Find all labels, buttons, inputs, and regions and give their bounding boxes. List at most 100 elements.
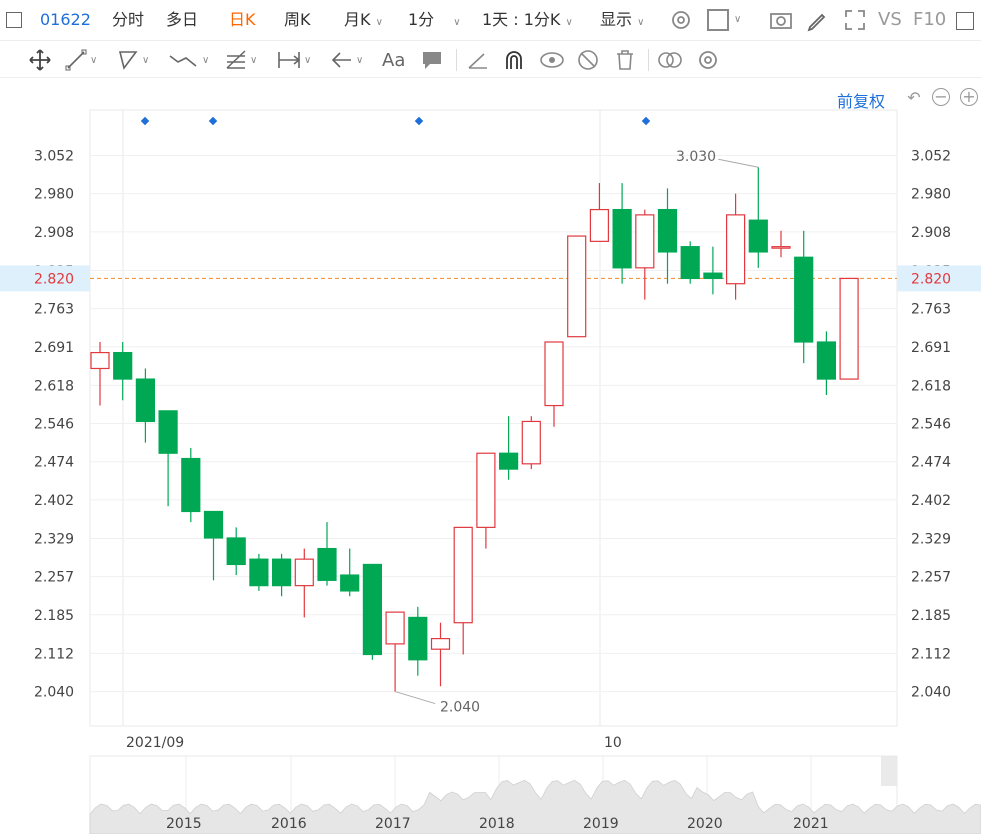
comment-icon[interactable] bbox=[420, 48, 444, 72]
tab-rik[interactable]: 日K bbox=[229, 8, 256, 32]
adjust-mode-button[interactable]: 前复权 bbox=[837, 88, 885, 112]
link-icon[interactable] bbox=[656, 48, 684, 72]
chevron-down-icon: ∨ bbox=[356, 54, 364, 66]
navigator-handle bbox=[881, 756, 897, 786]
chevron-down-icon: ∨ bbox=[734, 14, 742, 25]
line-tool[interactable]: ∨ bbox=[64, 48, 97, 72]
sidebar-toggle-icon[interactable] bbox=[6, 12, 22, 28]
move-icon[interactable] bbox=[28, 48, 52, 72]
candle-body bbox=[476, 452, 496, 528]
display-select[interactable]: 显示 ∨ bbox=[600, 8, 644, 32]
ruler-icon[interactable] bbox=[466, 48, 490, 72]
display-select-label: 显示 bbox=[600, 10, 633, 29]
y-tick-label-left: 2.835 bbox=[34, 263, 74, 279]
candle-body bbox=[589, 208, 610, 242]
chevron-down-icon: ∨ bbox=[565, 17, 573, 28]
y-tick-label-left: 2.546 bbox=[34, 417, 74, 433]
f10-button[interactable]: F10 bbox=[913, 8, 946, 32]
candle-body bbox=[521, 420, 541, 465]
y-tick-label-right: 2.474 bbox=[911, 455, 951, 471]
price-highlight-right bbox=[897, 265, 981, 292]
pencil-icon[interactable] bbox=[806, 9, 828, 33]
navigator-year-label: 2020 bbox=[687, 816, 723, 832]
event-marker-icon bbox=[208, 116, 218, 126]
high-annotation: 3.030 bbox=[676, 149, 716, 165]
chevron-down-icon: ∨ bbox=[375, 17, 383, 28]
tab-yuek-label: 月K bbox=[344, 10, 371, 29]
settings-icon[interactable] bbox=[670, 9, 692, 33]
y-tick-label-left: 3.052 bbox=[34, 149, 74, 165]
y-tick-label-right: 3.052 bbox=[911, 149, 951, 165]
candle-body bbox=[203, 510, 224, 539]
chevron-down-icon: ∨ bbox=[453, 17, 461, 28]
hide-icon[interactable] bbox=[576, 48, 600, 72]
navigator-year-label: 2018 bbox=[479, 816, 515, 832]
candle-body bbox=[317, 547, 337, 581]
trash-icon[interactable] bbox=[613, 48, 637, 72]
candle-body bbox=[135, 378, 155, 423]
navigator-year-label: 2021 bbox=[793, 816, 829, 832]
measure-tool[interactable]: ∨ bbox=[276, 48, 311, 72]
x-tick-label: 10 bbox=[604, 735, 622, 751]
candle-body bbox=[90, 351, 110, 370]
chevron-down-icon: ∨ bbox=[90, 54, 98, 66]
magnet-icon[interactable] bbox=[502, 48, 526, 72]
toolbar-divider bbox=[648, 49, 649, 71]
low-annotation-line bbox=[394, 691, 436, 705]
y-tick-label-right: 2.257 bbox=[911, 570, 951, 586]
panel-toggle-icon[interactable] bbox=[956, 12, 974, 30]
candle-body bbox=[272, 558, 292, 587]
navigator-year-label: 2017 bbox=[375, 816, 411, 832]
candle-body bbox=[680, 246, 700, 280]
y-tick-label-left: 2.474 bbox=[34, 455, 74, 471]
y-tick-label-left: 2.185 bbox=[34, 608, 74, 624]
stock-code[interactable]: 01622 bbox=[40, 8, 91, 32]
candle-body bbox=[430, 638, 451, 650]
fib-tool[interactable]: ∨ bbox=[224, 48, 257, 72]
wave-tool[interactable]: ∨ bbox=[168, 48, 209, 72]
y-tick-label-right: 2.402 bbox=[911, 493, 951, 509]
candle-body bbox=[294, 558, 314, 587]
undo-icon[interactable]: ↶ bbox=[904, 88, 924, 108]
candle-body bbox=[839, 277, 859, 380]
y-tick-label-right: 2.691 bbox=[911, 340, 951, 356]
candle-body bbox=[612, 208, 632, 269]
arrow-icon bbox=[331, 52, 351, 68]
eye-icon[interactable] bbox=[539, 48, 565, 72]
y-tick-label-right: 2.980 bbox=[911, 187, 951, 203]
chevron-down-icon: ∨ bbox=[250, 54, 258, 66]
period-select[interactable]: 1天 : 1分K ∨ bbox=[482, 8, 573, 32]
candle-body bbox=[385, 611, 405, 645]
chevron-down-icon: ∨ bbox=[202, 54, 210, 66]
tab-yuek[interactable]: 月K ∨ bbox=[344, 8, 383, 32]
top-bar: 01622 分时 多日 日K 周K 月K ∨ 1分 ∨ 1天 : 1分K ∨ 显… bbox=[0, 0, 981, 40]
gear-icon[interactable] bbox=[696, 48, 720, 72]
vs-button[interactable]: VS bbox=[878, 8, 902, 32]
measure-icon bbox=[278, 52, 301, 68]
layout-icon[interactable] bbox=[707, 9, 729, 31]
event-marker-icon bbox=[641, 116, 651, 126]
tab-1min[interactable]: 1分 ∨ bbox=[408, 8, 461, 32]
camera-icon[interactable] bbox=[769, 9, 793, 33]
candle-body bbox=[181, 457, 201, 513]
candle-body bbox=[748, 219, 768, 253]
event-marker-icon bbox=[140, 116, 150, 126]
candle-body bbox=[362, 563, 382, 656]
arrow-tool[interactable]: ∨ bbox=[330, 48, 363, 72]
tab-zhouk[interactable]: 周K bbox=[284, 8, 311, 32]
tab-duori[interactable]: 多日 bbox=[166, 8, 198, 32]
zoom-out-icon[interactable]: − bbox=[932, 88, 950, 106]
candle-body bbox=[340, 574, 360, 592]
line-icon bbox=[65, 49, 87, 71]
tab-fenshi[interactable]: 分时 bbox=[112, 8, 144, 32]
navigator-year-label: 2019 bbox=[583, 816, 619, 832]
polyline-tool[interactable]: ∨ bbox=[116, 48, 149, 72]
candle-body bbox=[635, 214, 655, 269]
candle-body bbox=[158, 410, 178, 454]
current-price-label-right: 2.820 bbox=[911, 271, 951, 287]
zoom-in-icon[interactable]: + bbox=[960, 88, 978, 106]
fullscreen-icon[interactable] bbox=[844, 9, 866, 33]
candle-body bbox=[544, 341, 564, 407]
y-tick-label-left: 2.908 bbox=[34, 225, 74, 241]
text-tool[interactable]: Aa bbox=[382, 48, 405, 72]
